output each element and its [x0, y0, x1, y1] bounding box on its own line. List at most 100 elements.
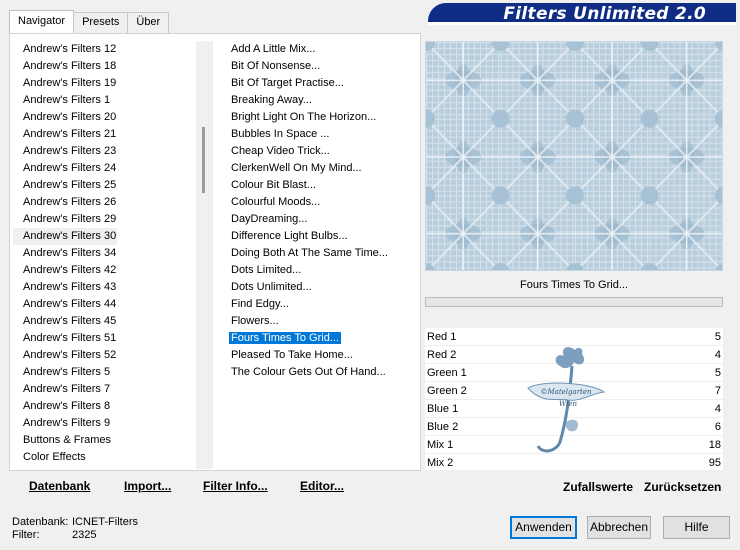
filter-item[interactable]: Bit Of Nonsense...	[219, 58, 419, 75]
parameter-row[interactable]: Blue 1 4	[425, 400, 723, 418]
parameter-value[interactable]: 18	[709, 436, 721, 454]
parameter-row[interactable]: Green 2 7	[425, 382, 723, 400]
category-item[interactable]: Andrew's Filters 42	[13, 262, 196, 279]
filter-item[interactable]: Colourful Moods...	[219, 194, 419, 211]
filter-item[interactable]: Bit Of Target Practise...	[219, 75, 419, 92]
editor-button[interactable]: Editor...	[300, 479, 344, 493]
status-filter-label: Filter:	[12, 529, 40, 541]
parameter-value[interactable]: 6	[715, 418, 721, 436]
filter-item[interactable]: Difference Light Bulbs...	[219, 228, 419, 245]
category-item[interactable]: Andrew's Filters 7	[13, 381, 196, 398]
filter-item-label: Flowers...	[231, 315, 279, 327]
reset-values-button[interactable]: Zurücksetzen	[644, 480, 721, 494]
filter-item-label: Add A Little Mix...	[231, 43, 316, 55]
render-progress-bar	[425, 297, 723, 307]
filter-item[interactable]: Find Edgy...	[219, 296, 419, 313]
parameter-label: Mix 2	[427, 457, 454, 469]
category-item[interactable]: Andrew's Filters 18	[13, 58, 196, 75]
category-item[interactable]: Andrew's Filters 34	[13, 245, 196, 262]
navigator-toolbar: Datenbank Import... Filter Info... Edito…	[13, 473, 419, 497]
tab-navigator[interactable]: Navigator	[9, 10, 75, 33]
category-item[interactable]: Andrew's Filters 19	[13, 75, 196, 92]
import-button[interactable]: Import...	[124, 479, 171, 493]
category-item[interactable]: Color Effects	[13, 449, 196, 466]
filter-item-label: Bubbles In Space ...	[231, 128, 330, 140]
category-item[interactable]: Andrew's Filters 8	[13, 398, 196, 415]
parameter-value[interactable]: 95	[709, 454, 721, 470]
filter-item[interactable]: Cheap Video Trick...	[219, 143, 419, 160]
filter-item[interactable]: Bright Light On The Horizon...	[219, 109, 419, 126]
parameter-value[interactable]: 4	[715, 346, 721, 364]
category-item[interactable]: Andrew's Filters 45	[13, 313, 196, 330]
parameter-label: Green 2	[427, 385, 467, 397]
category-item[interactable]: Andrew's Filters 29	[13, 211, 196, 228]
help-button[interactable]: Hilfe	[663, 516, 730, 539]
category-item-label: Andrew's Filters 12	[23, 43, 117, 55]
filter-item-label: Dots Unlimited...	[231, 281, 312, 293]
filter-item[interactable]: ClerkenWell On My Mind...	[219, 160, 419, 177]
tab-presets[interactable]: Presets	[73, 12, 129, 33]
filter-item-label: DayDreaming...	[231, 213, 308, 225]
parameter-row[interactable]: Mix 2 95	[425, 454, 723, 470]
apply-button[interactable]: Anwenden	[510, 516, 577, 539]
category-item[interactable]: Andrew's Filters 1	[13, 92, 196, 109]
category-item[interactable]: Andrew's Filters 12	[13, 41, 196, 58]
category-item[interactable]: Andrew's Filters 23	[13, 143, 196, 160]
scrollbar-thumb[interactable]	[202, 127, 205, 193]
parameter-value[interactable]: 4	[715, 400, 721, 418]
category-item[interactable]: Color Filters	[13, 466, 196, 469]
category-item[interactable]: Andrew's Filters 5	[13, 364, 196, 381]
parameter-row[interactable]: Red 1 5	[425, 328, 723, 346]
category-item[interactable]: Andrew's Filters 43	[13, 279, 196, 296]
filter-item[interactable]: Dots Unlimited...	[219, 279, 419, 296]
category-item[interactable]: Andrew's Filters 51	[13, 330, 196, 347]
parameter-label: Blue 1	[427, 403, 459, 415]
category-scrollbar[interactable]	[196, 41, 213, 469]
filter-item[interactable]: The Colour Gets Out Of Hand...	[219, 364, 419, 381]
app-banner: Filters Unlimited 2.0	[428, 3, 736, 25]
cancel-button[interactable]: Abbrechen	[587, 516, 651, 539]
category-item-label: Andrew's Filters 29	[23, 213, 117, 225]
filter-item[interactable]: Pleased To Take Home...	[219, 347, 419, 364]
parameter-row[interactable]: Red 2 4	[425, 346, 723, 364]
category-item-label: Andrew's Filters 30	[23, 230, 117, 242]
category-item-label: Andrew's Filters 25	[23, 179, 117, 191]
tab-uber[interactable]: Über	[127, 12, 170, 33]
filter-item[interactable]: Fours Times To Grid...	[219, 330, 419, 347]
category-item[interactable]: Andrew's Filters 52	[13, 347, 196, 364]
category-item[interactable]: Andrew's Filters 20	[13, 109, 196, 126]
filter-item-label: Fours Times To Grid...	[229, 332, 341, 344]
category-item[interactable]: Andrew's Filters 26	[13, 194, 196, 211]
filter-item[interactable]: Add A Little Mix...	[219, 41, 419, 58]
category-item[interactable]: Andrew's Filters 24	[13, 160, 196, 177]
parameter-row[interactable]: Blue 2 6	[425, 418, 723, 436]
parameter-value[interactable]: 7	[715, 382, 721, 400]
filter-item[interactable]: Colour Bit Blast...	[219, 177, 419, 194]
parameter-value[interactable]: 5	[715, 328, 721, 346]
filter-item[interactable]: DayDreaming...	[219, 211, 419, 228]
category-item[interactable]: Andrew's Filters 25	[13, 177, 196, 194]
category-item[interactable]: Andrew's Filters 44	[13, 296, 196, 313]
filter-item-label: Pleased To Take Home...	[231, 349, 353, 361]
filter-item[interactable]: Flowers...	[219, 313, 419, 330]
filter-item[interactable]: Doing Both At The Same Time...	[219, 245, 419, 262]
category-item[interactable]: Andrew's Filters 30	[13, 228, 117, 245]
filter-item[interactable]: Dots Limited...	[219, 262, 419, 279]
parameter-value[interactable]: 5	[715, 364, 721, 382]
category-item-label: Andrew's Filters 24	[23, 162, 117, 174]
filter-item[interactable]: Breaking Away...	[219, 92, 419, 109]
filter-info-button[interactable]: Filter Info...	[203, 479, 268, 493]
filter-item[interactable]: Bubbles In Space ...	[219, 126, 419, 143]
random-values-button[interactable]: Zufallswerte	[563, 480, 633, 494]
parameter-row[interactable]: Green 1 5	[425, 364, 723, 382]
parameter-label: Green 1	[427, 367, 467, 379]
parameter-row[interactable]: Mix 1 18	[425, 436, 723, 454]
category-item-label: Andrew's Filters 44	[23, 298, 117, 310]
category-item-label: Andrew's Filters 1	[23, 94, 111, 106]
category-item[interactable]: Andrew's Filters 21	[13, 126, 196, 143]
database-button[interactable]: Datenbank	[29, 479, 90, 493]
category-item-label: Andrew's Filters 45	[23, 315, 117, 327]
filter-item-label: Dots Limited...	[231, 264, 302, 276]
category-item[interactable]: Buttons & Frames	[13, 432, 196, 449]
category-item[interactable]: Andrew's Filters 9	[13, 415, 196, 432]
